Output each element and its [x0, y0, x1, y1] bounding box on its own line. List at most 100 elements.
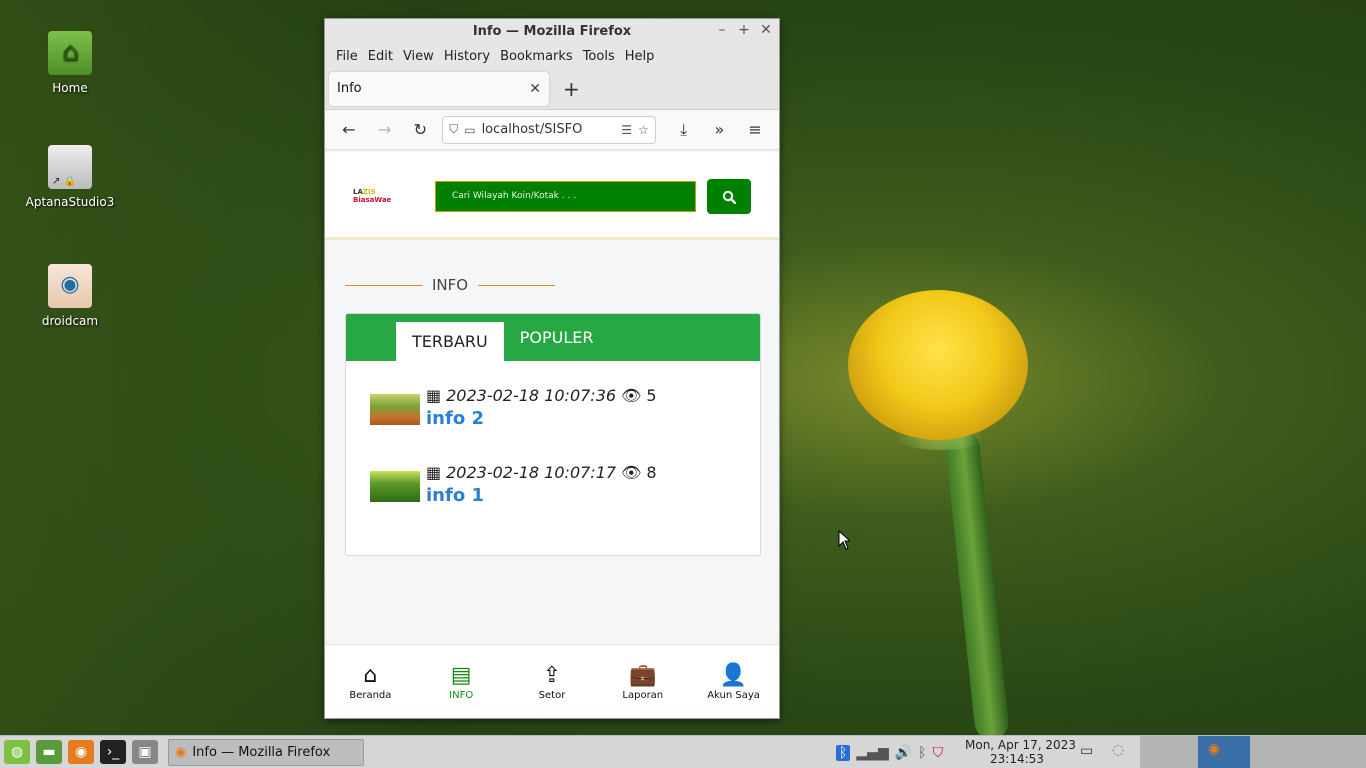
- desktop-icon-droidcam[interactable]: droidcam: [20, 264, 120, 328]
- nav-label: INFO: [449, 690, 474, 701]
- overflow-chevron-icon[interactable]: »: [701, 120, 737, 139]
- search-icon: [722, 190, 736, 204]
- logo-text-sub: BiasaWae: [353, 196, 392, 204]
- mint-menu-icon[interactable]: ◍: [4, 740, 30, 764]
- site-logo[interactable]: LAZIS BiasaWae: [353, 188, 391, 204]
- post-date: 2023-02-18 10:07:36: [446, 386, 617, 405]
- card-tab-bar: TERBARU POPULER: [346, 314, 760, 361]
- close-icon[interactable]: ✕: [759, 22, 773, 38]
- new-tab-icon[interactable]: +: [563, 77, 580, 101]
- tab-populer[interactable]: POPULER: [504, 318, 610, 357]
- forward-icon[interactable]: →: [367, 120, 403, 139]
- file-manager-icon[interactable]: ▣: [132, 740, 158, 764]
- minimize-icon[interactable]: –: [715, 22, 729, 38]
- tab-title: Info: [337, 81, 362, 96]
- browser-tab-info[interactable]: Info ✕: [329, 71, 549, 106]
- firefox-window: Info — Mozilla Firefox – + ✕ File Edit V…: [324, 18, 780, 719]
- url-text[interactable]: localhost/SISFO: [482, 122, 616, 137]
- reload-icon[interactable]: ↻: [402, 120, 438, 139]
- hamburger-menu-icon[interactable]: ≡: [737, 120, 773, 139]
- nav-beranda[interactable]: ⌂ Beranda: [330, 662, 410, 701]
- site-header: LAZIS BiasaWae Cari Wilayah Koin/Kotak .…: [325, 152, 779, 240]
- show-desktop-icon[interactable]: ▬: [36, 740, 62, 764]
- clock[interactable]: Mon, Apr 17, 2023 23:14:53: [965, 738, 1076, 766]
- post-title-link[interactable]: info 2: [426, 408, 657, 429]
- upload-icon: ⇪: [542, 663, 562, 688]
- logo-text-highlight: ZIS: [362, 188, 376, 196]
- notification-icon[interactable]: ◌: [1112, 742, 1124, 758]
- battery-icon[interactable]: ▭: [1080, 743, 1093, 759]
- eye-icon: 👁: [621, 463, 642, 482]
- nav-label: Setor: [538, 690, 566, 701]
- info-card: TERBARU POPULER ▦ 2023-02-18 10:07:36 👁 …: [345, 313, 761, 556]
- post-title-link[interactable]: info 1: [426, 485, 657, 506]
- bottom-navigation: ⌂ Beranda ▤ INFO ⇪ Setor 💼 Laporan 👤 Aku…: [325, 644, 779, 718]
- list-item[interactable]: ▦ 2023-02-18 10:07:36 👁 5 info 2: [370, 386, 657, 429]
- nav-label: Beranda: [349, 690, 392, 701]
- nav-label: Akun Saya: [707, 690, 760, 701]
- workspace-4[interactable]: [1308, 736, 1366, 768]
- menu-edit[interactable]: Edit: [363, 49, 398, 64]
- shield-icon[interactable]: ⛉: [449, 122, 458, 137]
- download-icon[interactable]: ⤓: [666, 120, 702, 140]
- clock-time: 23:14:53: [990, 752, 1044, 766]
- list-item[interactable]: ▦ 2023-02-18 10:07:17 👁 8 info 1: [370, 463, 657, 506]
- menu-history[interactable]: History: [439, 49, 495, 64]
- update-shield-icon[interactable]: ⛉: [933, 745, 944, 761]
- nav-setor[interactable]: ⇪ Setor: [512, 662, 592, 701]
- calendar-icon: ▦: [426, 386, 442, 405]
- workspace-3[interactable]: [1250, 736, 1308, 768]
- tab-close-icon[interactable]: ✕: [529, 81, 541, 97]
- page-content: LAZIS BiasaWae Cari Wilayah Koin/Kotak .…: [325, 152, 779, 718]
- search-button[interactable]: [707, 179, 751, 214]
- taskbar: ◍ ▬ ◉ ›_ ▣ ◉ Info — Mozilla Firefox ᛒ ▂▄…: [0, 735, 1366, 768]
- menu-bookmarks[interactable]: Bookmarks: [495, 49, 578, 64]
- tab-terbaru[interactable]: TERBARU: [396, 322, 504, 361]
- window-titlebar[interactable]: Info — Mozilla Firefox – + ✕: [325, 19, 779, 44]
- post-views: 8: [646, 463, 657, 482]
- firefox-icon: ◉: [175, 744, 187, 760]
- wallpaper-flower-stem: [943, 429, 1011, 741]
- terminal-icon[interactable]: ›_: [100, 740, 126, 764]
- taskbar-task-firefox[interactable]: ◉ Info — Mozilla Firefox: [168, 738, 364, 766]
- home-icon: ⌂: [363, 663, 378, 688]
- desktop-icon-home[interactable]: Home: [20, 31, 120, 95]
- post-views: 5: [646, 386, 657, 405]
- droidcam-eye-icon: [48, 264, 92, 308]
- desktop-icon-label: Home: [52, 81, 88, 95]
- nav-info[interactable]: ▤ INFO: [421, 662, 501, 701]
- title-divider-right: [478, 284, 555, 286]
- menu-view[interactable]: View: [398, 49, 439, 64]
- desktop-icon-aptana[interactable]: AptanaStudio3: [20, 145, 120, 209]
- eye-icon: 👁: [621, 386, 642, 405]
- post-thumbnail[interactable]: [370, 471, 420, 502]
- nav-laporan[interactable]: 💼 Laporan: [603, 662, 683, 701]
- reader-view-icon[interactable]: ☰: [621, 123, 632, 137]
- volume-icon[interactable]: 🔊: [895, 745, 912, 761]
- post-thumbnail[interactable]: [370, 394, 420, 425]
- menu-help[interactable]: Help: [620, 49, 660, 64]
- menu-tools[interactable]: Tools: [578, 49, 620, 64]
- logo-text-prefix: LA: [353, 188, 363, 196]
- page-icon: ▭: [464, 122, 476, 137]
- bluetooth-icon[interactable]: ᛒ: [836, 744, 851, 761]
- nav-akun-saya[interactable]: 👤 Akun Saya: [694, 662, 774, 701]
- url-bar[interactable]: ⛉ ▭ localhost/SISFO ☰ ☆: [442, 115, 656, 144]
- search-input[interactable]: Cari Wilayah Koin/Kotak . . .: [435, 181, 696, 212]
- section-title: INFO: [345, 276, 555, 294]
- workspace-1[interactable]: [1140, 736, 1198, 768]
- window-title: Info — Mozilla Firefox: [472, 24, 632, 39]
- section-title-text: INFO: [431, 276, 469, 294]
- back-icon[interactable]: ←: [331, 120, 367, 139]
- workspace-2[interactable]: ◉: [1198, 736, 1256, 768]
- user-icon: 👤: [719, 663, 748, 688]
- menu-file[interactable]: File: [331, 49, 363, 64]
- bookmark-star-icon[interactable]: ☆: [638, 123, 649, 137]
- network-signal-icon[interactable]: ▂▄▆: [856, 745, 888, 761]
- bluetooth-status-icon[interactable]: ᛒ: [918, 745, 926, 761]
- wallpaper-flower: [848, 290, 1028, 440]
- desktop-icon-label: droidcam: [41, 314, 99, 328]
- maximize-icon[interactable]: +: [737, 22, 751, 38]
- firefox-launcher-icon[interactable]: ◉: [68, 740, 94, 764]
- aptana-icon: [48, 145, 92, 189]
